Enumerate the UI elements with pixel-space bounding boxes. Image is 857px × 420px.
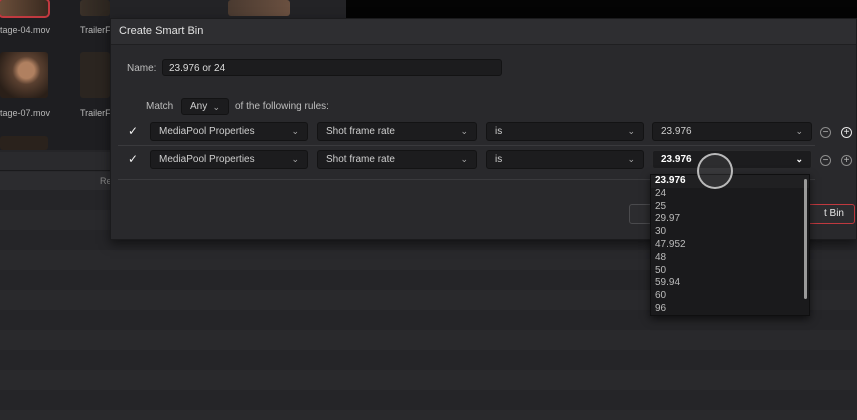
chevron-down-icon: ⌄: [460, 126, 468, 136]
clip-name: TrailerF: [80, 108, 111, 118]
property-value: MediaPool Properties: [159, 154, 255, 165]
chevron-down-icon: ⌄: [795, 126, 803, 136]
clip-thumbnail[interactable]: [80, 0, 110, 16]
operator-dropdown[interactable]: is ⌄: [486, 150, 644, 169]
field-dropdown[interactable]: Shot frame rate ⌄: [317, 122, 477, 141]
chevron-down-icon: ⌄: [460, 154, 468, 164]
chevron-down-icon: ⌄: [795, 154, 803, 164]
clip-name: tage-04.mov: [0, 25, 51, 35]
operator-value: is: [495, 154, 503, 165]
dropdown-scrollbar[interactable]: [804, 179, 807, 299]
dialog-title: Create Smart Bin: [111, 19, 856, 45]
value-value: 23.976: [661, 154, 692, 165]
plus-circle-icon[interactable]: +: [841, 127, 852, 138]
chevron-down-icon: ⌄: [212, 102, 220, 112]
chevron-down-icon: ⌄: [291, 126, 299, 136]
dropdown-option[interactable]: 47.952: [651, 239, 809, 252]
minus-circle-icon[interactable]: −: [820, 155, 831, 166]
match-label: Match: [146, 101, 174, 112]
dropdown-option[interactable]: 25: [651, 201, 809, 214]
dropdown-option[interactable]: 60: [651, 290, 809, 303]
minus-circle-icon[interactable]: −: [820, 127, 831, 138]
dropdown-option[interactable]: 30: [651, 226, 809, 239]
clip-thumbnail[interactable]: [0, 52, 48, 98]
clip-thumbnail[interactable]: [80, 52, 110, 98]
chevron-down-icon: ⌄: [627, 126, 635, 136]
clip-name: tage-07.mov: [0, 108, 51, 118]
dropdown-option[interactable]: 48: [651, 252, 809, 265]
clip-thumbnail[interactable]: [0, 136, 48, 150]
property-value: MediaPool Properties: [159, 126, 255, 137]
viewer-area: [346, 0, 857, 18]
chevron-down-icon: ⌄: [291, 154, 299, 164]
property-dropdown[interactable]: MediaPool Properties ⌄: [150, 122, 308, 141]
field-dropdown[interactable]: Shot frame rate ⌄: [317, 150, 477, 169]
value-dropdown[interactable]: 23.976 ⌄: [652, 122, 812, 141]
chevron-down-icon: ⌄: [627, 154, 635, 164]
check-icon[interactable]: ✓: [127, 153, 139, 165]
match-dropdown[interactable]: Any ⌄: [181, 98, 229, 115]
clip-name: TrailerF: [80, 25, 111, 35]
dropdown-option[interactable]: 24: [651, 188, 809, 201]
dropdown-option[interactable]: 96: [651, 303, 809, 315]
rule-row: ✓ MediaPool Properties ⌄ Shot frame rate…: [118, 119, 815, 146]
clip-thumbnail[interactable]: [0, 0, 50, 18]
field-value: Shot frame rate: [326, 126, 395, 137]
media-pool-header: [0, 172, 110, 190]
field-value: Shot frame rate: [326, 154, 395, 165]
dropdown-option[interactable]: 29.97: [651, 213, 809, 226]
name-label: Name:: [127, 63, 157, 74]
value-dropdown-menu: 23.976 24 25 29.97 30 47.952 48 50 59.94…: [650, 174, 810, 316]
property-dropdown[interactable]: MediaPool Properties ⌄: [150, 150, 308, 169]
cursor-highlight: [697, 153, 733, 189]
value-value: 23.976: [661, 126, 692, 137]
check-icon[interactable]: ✓: [127, 125, 139, 137]
plus-circle-icon[interactable]: +: [841, 155, 852, 166]
match-value: Any: [190, 101, 208, 112]
dropdown-option[interactable]: 59.94: [651, 277, 809, 290]
dropdown-option[interactable]: 50: [651, 265, 809, 278]
operator-value: is: [495, 126, 503, 137]
clip-thumbnail[interactable]: [228, 0, 290, 16]
operator-dropdown[interactable]: is ⌄: [486, 122, 644, 141]
media-pool-toolbar: [0, 152, 110, 171]
match-suffix: of the following rules:: [235, 101, 329, 112]
name-field[interactable]: 23.976 or 24: [162, 59, 502, 76]
